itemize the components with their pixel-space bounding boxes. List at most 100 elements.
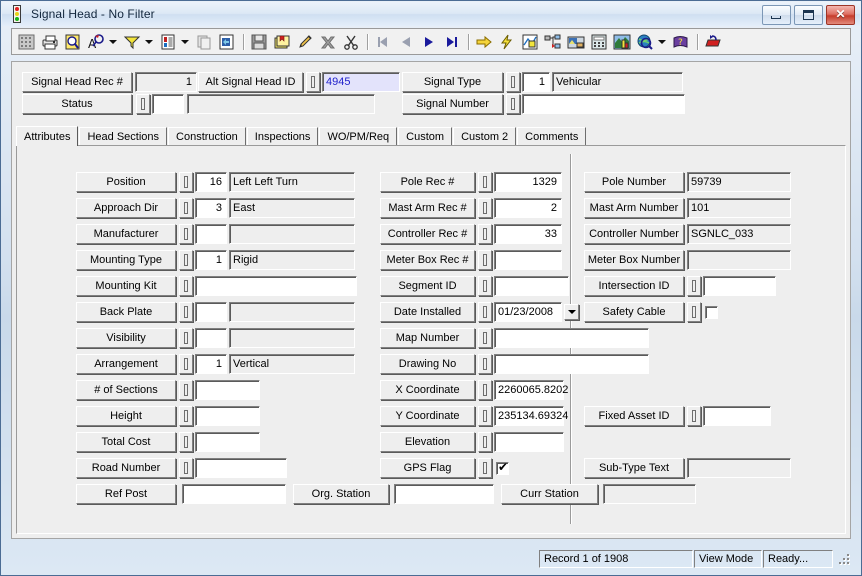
tab-custom-2[interactable]: Custom 2 <box>453 127 517 145</box>
tab-construction[interactable]: Construction <box>168 127 246 145</box>
drawing-no-value[interactable] <box>494 354 649 374</box>
map-number-label[interactable]: Map Number <box>380 328 475 348</box>
find-icon[interactable]: A <box>84 31 107 53</box>
cut-icon[interactable] <box>339 31 362 53</box>
previous-record-icon[interactable] <box>394 31 417 53</box>
status-label[interactable]: Status <box>22 94 132 114</box>
elevation-value[interactable] <box>494 432 564 452</box>
meter-box-number-label[interactable]: Meter Box Number <box>584 250 684 270</box>
fixed-asset-id-lookup-button[interactable] <box>687 406 701 426</box>
mounting-type-label[interactable]: Mounting Type <box>76 250 176 270</box>
map-layers-icon[interactable] <box>518 31 541 53</box>
tab-custom[interactable]: Custom <box>398 127 453 145</box>
mounting-type-lookup-button[interactable] <box>179 250 193 270</box>
help-book-icon[interactable]: ? <box>669 31 692 53</box>
visibility-lookup-button[interactable] <box>179 328 193 348</box>
curr-station-label[interactable]: Curr Station <box>501 484 598 504</box>
tab-attributes[interactable]: Attributes <box>16 126 79 146</box>
chart-icon[interactable] <box>610 31 633 53</box>
signal-type-label[interactable]: Signal Type <box>402 72 503 92</box>
manufacturer-lookup-button[interactable] <box>179 224 193 244</box>
height-label[interactable]: Height <box>76 406 176 426</box>
alt-signal-head-id-lookup-button[interactable] <box>306 72 320 92</box>
visibility-code[interactable] <box>195 328 227 348</box>
map-number-value[interactable] <box>494 328 649 348</box>
mast-arm-number-label[interactable]: Mast Arm Number <box>584 198 684 218</box>
num-sections-value[interactable] <box>195 380 260 400</box>
intersection-id-lookup-button[interactable] <box>687 276 701 296</box>
controller-rec-value[interactable]: 33 <box>494 224 562 244</box>
exit-icon[interactable] <box>701 31 724 53</box>
position-code[interactable]: 16 <box>195 172 227 192</box>
intersection-id-label[interactable]: Intersection ID <box>584 276 684 296</box>
report-dropdown-arrow[interactable] <box>179 31 192 53</box>
mounting-type-code[interactable]: 1 <box>195 250 227 270</box>
approach-dir-code[interactable]: 3 <box>195 198 227 218</box>
gps-flag-lookup-button[interactable] <box>478 458 492 478</box>
signal-number-value[interactable] <box>522 94 685 114</box>
image-icon[interactable] <box>564 31 587 53</box>
date-installed-value[interactable]: 01/23/2008 <box>494 302 562 322</box>
calculator-icon[interactable] <box>587 31 610 53</box>
signal-type-lookup-button[interactable] <box>506 72 520 92</box>
filter-icon[interactable] <box>120 31 143 53</box>
print-icon[interactable] <box>38 31 61 53</box>
org-station-label[interactable]: Org. Station <box>293 484 389 504</box>
date-installed-lookup-button[interactable] <box>478 302 492 322</box>
arrangement-code[interactable]: 1 <box>195 354 227 374</box>
export-icon[interactable] <box>215 31 238 53</box>
elevation-lookup-button[interactable] <box>478 432 492 452</box>
elevation-label[interactable]: Elevation <box>380 432 475 452</box>
print-preview-icon[interactable] <box>61 31 84 53</box>
back-plate-lookup-button[interactable] <box>179 302 193 322</box>
road-number-label[interactable]: Road Number <box>76 458 176 478</box>
grid-view-icon[interactable] <box>15 31 38 53</box>
approach-dir-lookup-button[interactable] <box>179 198 193 218</box>
hierarchy-icon[interactable] <box>541 31 564 53</box>
total-cost-value[interactable] <box>195 432 260 452</box>
x-coordinate-value[interactable]: 2260065.8202 <box>494 380 568 400</box>
road-number-lookup-button[interactable] <box>179 458 193 478</box>
controller-rec-lookup-button[interactable] <box>478 224 492 244</box>
date-installed-label[interactable]: Date Installed <box>380 302 475 322</box>
fixed-asset-id-label[interactable]: Fixed Asset ID <box>584 406 684 426</box>
segment-id-value[interactable] <box>494 276 569 296</box>
globe-icon[interactable] <box>633 31 656 53</box>
mast-arm-rec-value[interactable]: 2 <box>494 198 562 218</box>
status-code[interactable] <box>152 94 184 114</box>
total-cost-label[interactable]: Total Cost <box>76 432 176 452</box>
mounting-kit-value[interactable] <box>195 276 357 296</box>
tab-comments[interactable]: Comments <box>517 127 587 145</box>
mast-arm-rec-lookup-button[interactable] <box>478 198 492 218</box>
globe-dropdown-arrow[interactable] <box>656 31 669 53</box>
signal-number-lookup-button[interactable] <box>506 94 520 114</box>
add-record-icon[interactable] <box>270 31 293 53</box>
back-plate-label[interactable]: Back Plate <box>76 302 176 322</box>
save-icon[interactable] <box>247 31 270 53</box>
tab-head-sections[interactable]: Head Sections <box>79 127 168 145</box>
position-label[interactable]: Position <box>76 172 176 192</box>
back-plate-code[interactable] <box>195 302 227 322</box>
map-number-lookup-button[interactable] <box>478 328 492 348</box>
y-coordinate-lookup-button[interactable] <box>478 406 492 426</box>
ref-post-value[interactable] <box>182 484 286 504</box>
pole-rec-value[interactable]: 1329 <box>494 172 562 192</box>
edit-record-icon[interactable] <box>293 31 316 53</box>
controller-rec-label[interactable]: Controller Rec # <box>380 224 475 244</box>
filter-dropdown-arrow[interactable] <box>143 31 156 53</box>
road-number-value[interactable] <box>195 458 287 478</box>
visibility-label[interactable]: Visibility <box>76 328 176 348</box>
last-record-icon[interactable] <box>440 31 463 53</box>
mounting-kit-lookup-button[interactable] <box>179 276 193 296</box>
meter-box-rec-value[interactable] <box>494 250 562 270</box>
pole-rec-label[interactable]: Pole Rec # <box>380 172 475 192</box>
segment-id-lookup-button[interactable] <box>478 276 492 296</box>
arrangement-label[interactable]: Arrangement <box>76 354 176 374</box>
safety-cable-label[interactable]: Safety Cable <box>584 302 684 322</box>
height-value[interactable] <box>195 406 260 426</box>
alt-signal-head-id-label[interactable]: Alt Signal Head ID <box>198 72 303 92</box>
num-sections-lookup-button[interactable] <box>179 380 193 400</box>
lightning-icon[interactable] <box>495 31 518 53</box>
minimize-button[interactable] <box>762 5 791 25</box>
y-coordinate-value[interactable]: 235134.69324 <box>494 406 568 426</box>
